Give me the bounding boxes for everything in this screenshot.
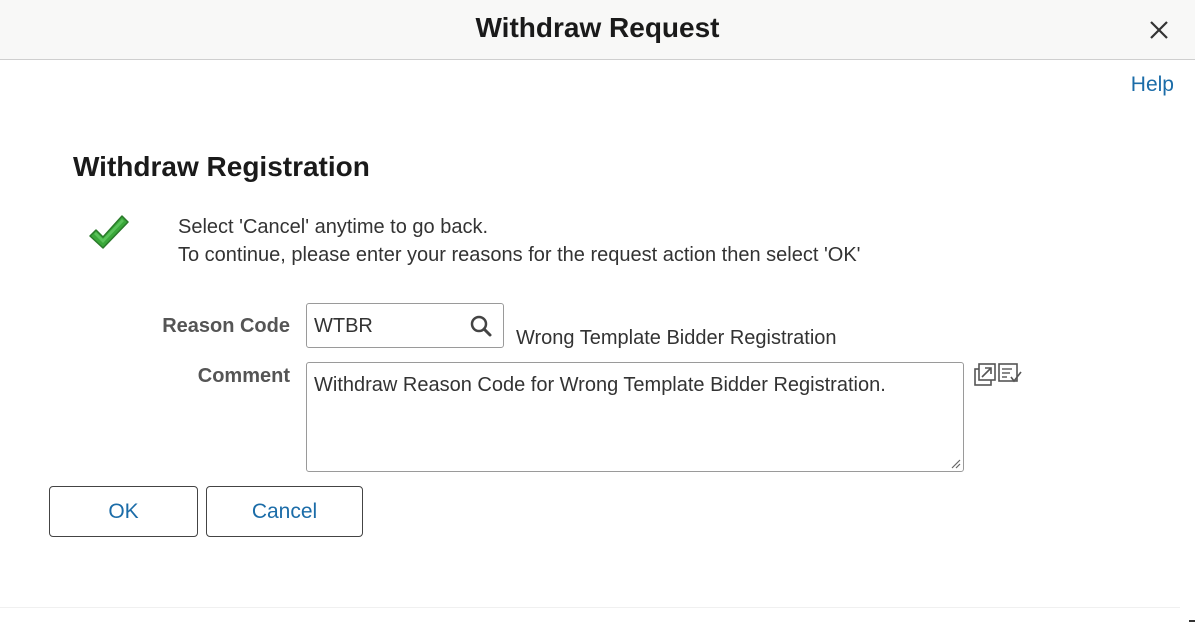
reason-code-label: Reason Code: [162, 315, 290, 337]
reason-code-input[interactable]: WTBR: [306, 303, 504, 348]
spellcheck-icon: [998, 363, 1022, 383]
reason-code-value: WTBR: [314, 315, 373, 337]
footer-divider: [0, 607, 1180, 608]
comment-label: Comment: [197, 365, 290, 387]
dialog-title: Withdraw Request: [475, 12, 720, 43]
comment-value: Withdraw Reason Code for Wrong Template …: [314, 374, 886, 396]
comment-textarea[interactable]: Withdraw Reason Code for Wrong Template …: [306, 362, 964, 472]
resize-handle-icon[interactable]: [949, 457, 961, 469]
message-line-1: Select 'Cancel' anytime to go back.: [178, 216, 489, 238]
ok-button[interactable]: OK: [49, 486, 198, 537]
checkmark-icon: [89, 215, 129, 249]
search-icon[interactable]: [469, 314, 493, 338]
cancel-button[interactable]: Cancel: [206, 486, 363, 537]
section-title: Withdraw Registration: [73, 151, 370, 182]
dialog-title-bar: Withdraw Request: [0, 0, 1195, 60]
reason-code-description: Wrong Template Bidder Registration: [516, 327, 837, 349]
expand-text-icon[interactable]: [974, 361, 1022, 387]
help-link[interactable]: Help: [1131, 73, 1174, 97]
message-line-2: To continue, please enter your reasons f…: [178, 244, 861, 266]
corner-mark: [1189, 620, 1195, 622]
close-icon[interactable]: [1147, 18, 1171, 42]
